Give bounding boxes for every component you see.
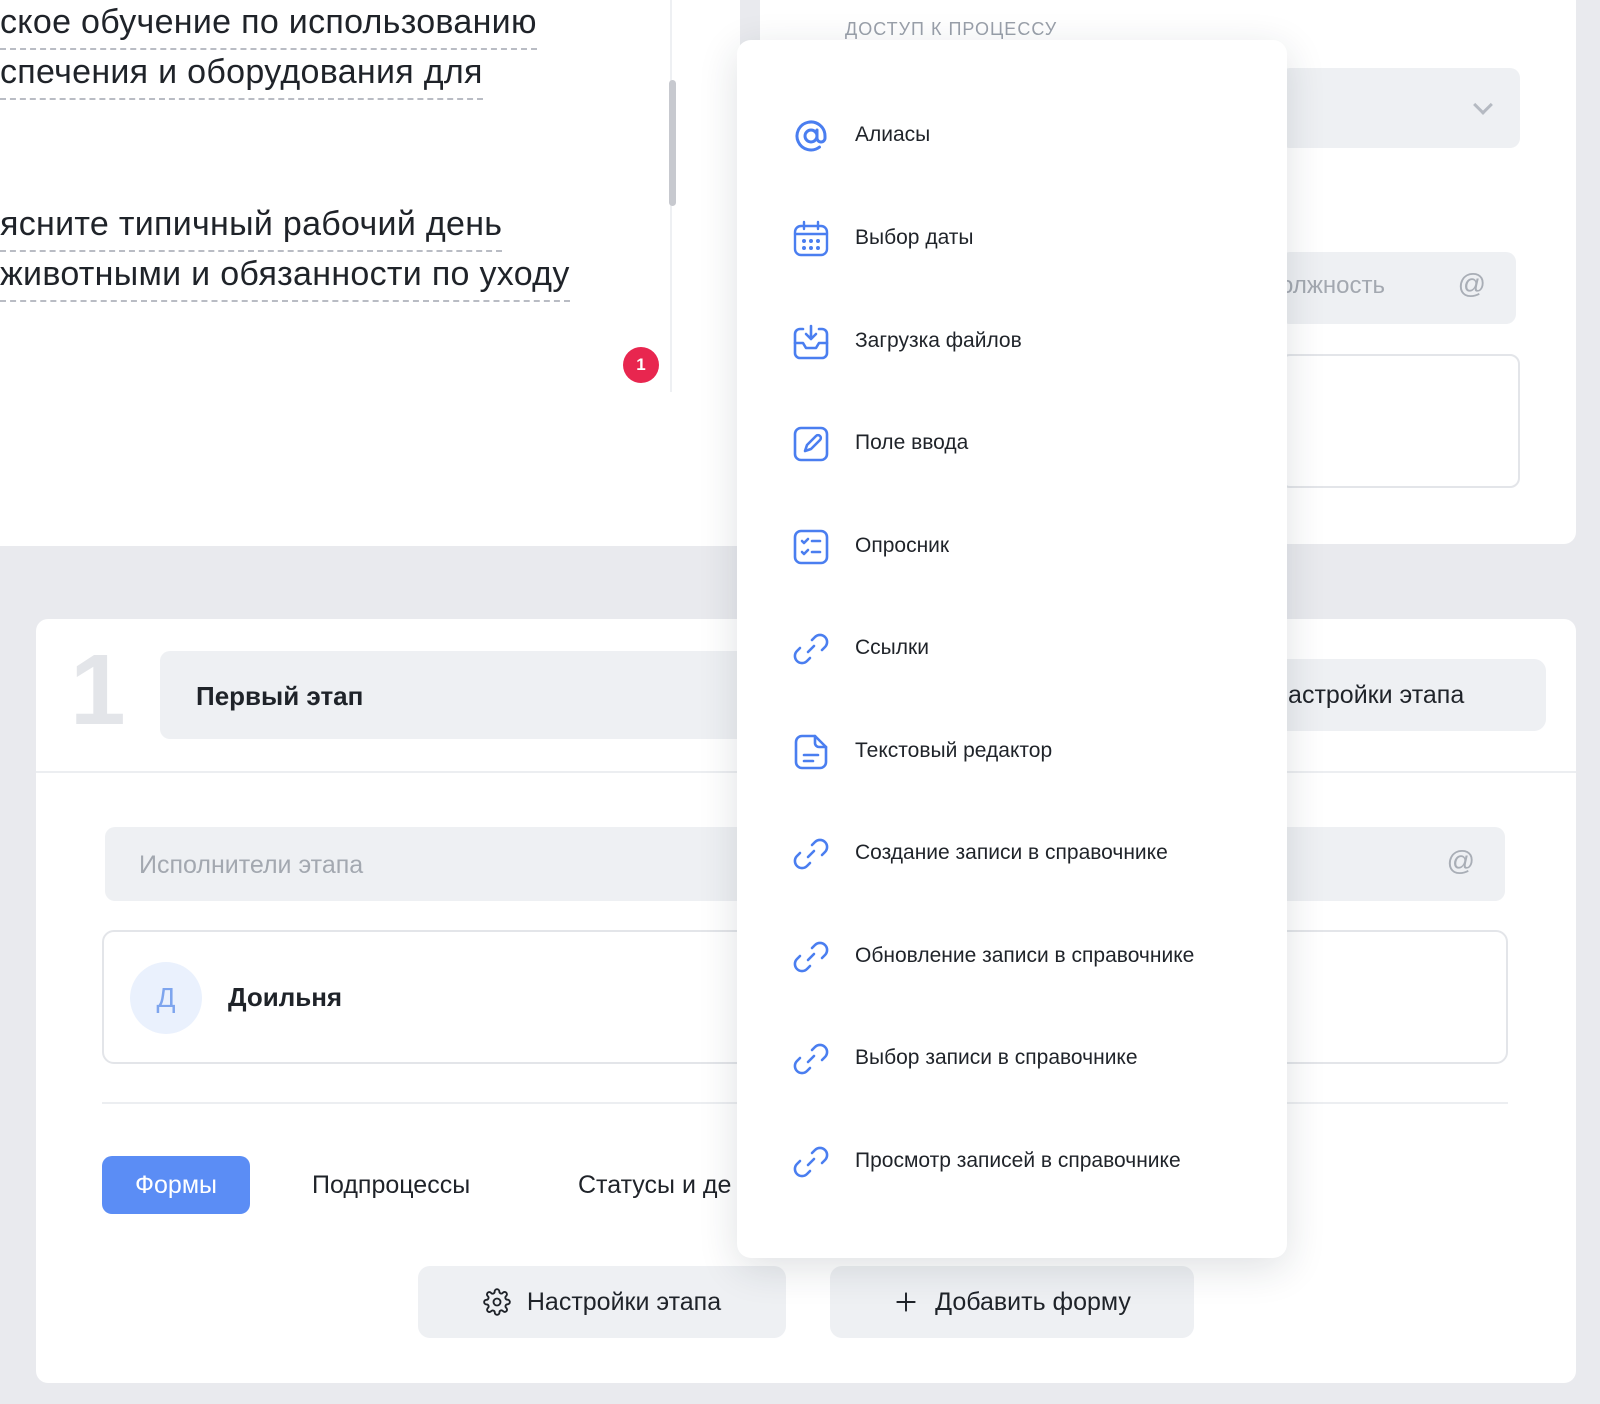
chevron-down-icon <box>1473 95 1493 115</box>
menu-item-label: Поле ввода <box>855 431 969 454</box>
editor-text-line: ское обучение по использованию <box>0 2 537 50</box>
menu-item-label: Алиасы <box>855 123 931 146</box>
editor-text-line: ясните типичный рабочий день <box>0 204 503 252</box>
tab-forms[interactable]: Формы <box>102 1156 250 1214</box>
calendar-icon <box>793 220 829 257</box>
at-icon <box>795 120 827 152</box>
at-icon[interactable]: @ <box>1458 268 1486 300</box>
editor-text-line: животными и обязанности по уходу <box>0 254 570 302</box>
stage-settings-top-button[interactable]: Настройки этапа <box>1270 659 1546 731</box>
menu-item-select-record[interactable]: Выбор записи в справочнике <box>737 1019 1287 1099</box>
at-icon[interactable]: @ <box>1447 845 1475 877</box>
menu-item-label: Текстовый редактор <box>855 739 1053 762</box>
add-field-dropdown-menu: Алиасы Выбор даты Загрузка файлов Поле в… <box>737 40 1287 1258</box>
menu-item-questionnaire[interactable]: Опросник <box>737 507 1287 587</box>
menu-item-links[interactable]: Ссылки <box>737 609 1287 689</box>
menu-item-label: Опросник <box>855 534 950 557</box>
menu-item-label: Обновление записи в справочнике <box>855 944 1195 967</box>
stage-name-input[interactable]: Первый этап <box>160 651 760 739</box>
link-icon <box>793 1146 829 1178</box>
upload-tray-icon <box>793 324 829 360</box>
link-icon <box>793 1043 829 1075</box>
link-icon <box>793 941 829 973</box>
stage-settings-button-label: Настройки этапа <box>526 1287 722 1316</box>
avatar: Д <box>130 962 202 1034</box>
menu-item-update-record[interactable]: Обновление записи в справочнике <box>737 917 1287 997</box>
menu-item-input-field[interactable]: Поле ввода <box>737 404 1287 484</box>
notification-badge[interactable]: 1 <box>623 347 659 383</box>
add-form-button[interactable]: Добавить форму <box>830 1266 1194 1338</box>
editor-text-line: спечения и оборудования для <box>0 52 483 100</box>
access-select[interactable] <box>1280 68 1520 148</box>
stage-number: 1 <box>70 634 126 746</box>
stage-settings-label: Настройки этапа <box>1270 681 1465 709</box>
link-icon <box>793 838 829 870</box>
access-list-box <box>1280 354 1520 488</box>
document-icon <box>794 734 828 770</box>
menu-item-create-record[interactable]: Создание записи в справочнике <box>737 814 1287 894</box>
menu-item-label: Загрузка файлов <box>855 329 1022 352</box>
edit-field-icon <box>793 426 829 462</box>
add-form-button-label: Добавить форму <box>935 1287 1131 1316</box>
menu-item-label: Ссылки <box>855 636 929 659</box>
position-placeholder: олжность <box>1280 272 1385 299</box>
stage-settings-button[interactable]: Настройки этапа <box>418 1266 786 1338</box>
menu-item-label: Просмотр записей в справочнике <box>855 1149 1181 1172</box>
menu-item-label: Создание записи в справочнике <box>855 841 1168 864</box>
checklist-icon <box>793 529 829 565</box>
menu-item-label: Выбор даты <box>855 226 974 249</box>
position-input[interactable]: олжность @ <box>1280 252 1516 324</box>
menu-item-file-upload[interactable]: Загрузка файлов <box>737 302 1287 382</box>
assignee-name: Доильня <box>228 982 343 1012</box>
stage-name-value: Первый этап <box>196 681 364 711</box>
executors-placeholder: Исполнители этапа <box>139 851 364 879</box>
tab-subprocesses[interactable]: Подпроцессы <box>312 1156 470 1214</box>
process-access-title: доступ к процессу <box>845 19 1058 39</box>
menu-item-text-editor[interactable]: Текстовый редактор <box>737 712 1287 792</box>
gear-icon <box>483 1288 511 1316</box>
menu-item-aliases[interactable]: Алиасы <box>737 96 1287 176</box>
editor-scrollbar-thumb[interactable] <box>669 80 676 206</box>
tab-statuses[interactable]: Статусы и де <box>578 1156 731 1214</box>
menu-item-date-picker[interactable]: Выбор даты <box>737 199 1287 279</box>
description-editor[interactable]: ское обучение по использованию спечения … <box>0 0 740 546</box>
menu-item-label: Выбор записи в справочнике <box>855 1046 1138 1069</box>
link-icon <box>793 633 829 665</box>
menu-item-view-records[interactable]: Просмотр записей в справочнике <box>737 1122 1287 1202</box>
plus-icon <box>896 1292 916 1312</box>
